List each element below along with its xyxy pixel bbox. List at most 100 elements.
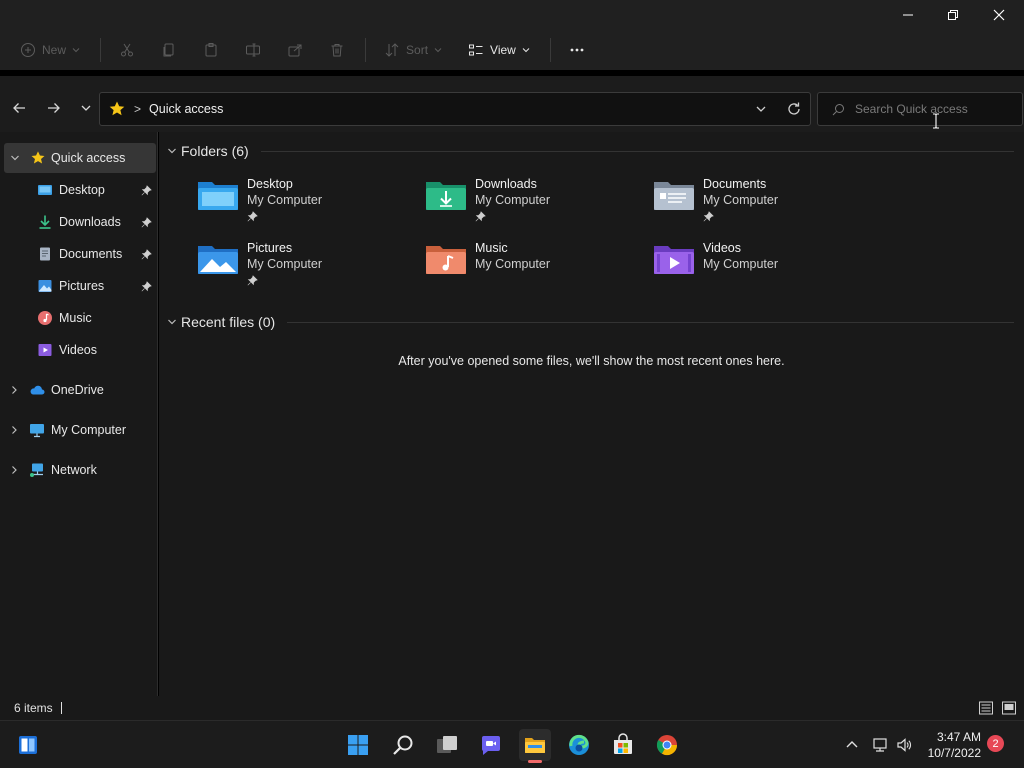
chevron-right-icon[interactable]	[9, 385, 19, 395]
clock-date: 10/7/2022	[927, 746, 981, 760]
navigation-bar: > Quick access	[0, 70, 1024, 132]
view-button[interactable]: View	[462, 35, 536, 65]
folders-section-header[interactable]: Folders (6)	[167, 143, 249, 159]
recent-files-header-label: Recent files (0)	[181, 314, 276, 330]
sidebar-item-downloads[interactable]: Downloads	[0, 207, 158, 237]
edge-button[interactable]	[563, 729, 595, 761]
restore-button[interactable]	[930, 0, 976, 30]
store-button[interactable]	[607, 729, 639, 761]
folder-location: My Computer	[703, 257, 779, 271]
paste-button[interactable]	[197, 35, 225, 65]
breadcrumb[interactable]: Quick access	[149, 102, 223, 116]
folder-name: Documents	[703, 177, 767, 191]
copy-button[interactable]	[155, 35, 183, 65]
forward-button[interactable]	[40, 94, 68, 122]
sidebar-item-network[interactable]: Network	[0, 455, 158, 485]
folder-tile-videos[interactable]: Videos My Computer	[652, 241, 872, 295]
recent-files-section-header[interactable]: Recent files (0)	[167, 314, 275, 330]
notification-badge[interactable]: 2	[987, 735, 1004, 752]
chat-button[interactable]	[475, 729, 507, 761]
sidebar-item-videos[interactable]: Videos	[0, 335, 158, 365]
network-tray-button[interactable]	[870, 735, 890, 755]
rename-icon	[246, 43, 261, 57]
clock-time: 3:47 AM	[936, 730, 981, 744]
sidebar-item-documents[interactable]: Documents	[0, 239, 158, 269]
chevron-up-icon	[846, 741, 858, 748]
folder-tile-pictures[interactable]: Pictures My Computer	[196, 241, 416, 295]
divider	[365, 38, 367, 62]
sort-icon	[385, 43, 399, 57]
folder-tile-documents[interactable]: Documents My Computer	[652, 177, 872, 231]
close-button[interactable]	[976, 0, 1022, 30]
chevron-down-icon[interactable]	[754, 102, 768, 116]
folder-name: Videos	[703, 241, 741, 255]
sidebar-item-label: Music	[59, 311, 92, 325]
folder-location: My Computer	[703, 193, 779, 207]
chevron-right-icon[interactable]	[9, 465, 19, 475]
rename-button[interactable]	[239, 35, 267, 65]
divider	[261, 151, 1014, 152]
search-input[interactable]	[855, 102, 1005, 116]
taskbar: 3:47 AM 10/7/2022	[0, 720, 1024, 768]
folder-tile-downloads[interactable]: Downloads My Computer	[424, 177, 644, 231]
trash-icon	[331, 44, 343, 57]
file-explorer-taskbar-button[interactable]	[519, 729, 551, 763]
new-button[interactable]: New	[14, 35, 86, 65]
chevron-down-icon[interactable]	[167, 146, 177, 156]
volume-tray-button[interactable]	[894, 735, 914, 755]
share-button[interactable]	[281, 35, 309, 65]
sidebar-item-my-computer[interactable]: My Computer	[0, 415, 158, 445]
sort-button[interactable]: Sort	[378, 35, 448, 65]
status-bar: 6 items	[0, 696, 1024, 720]
music-folder-icon	[426, 246, 466, 274]
folder-location: My Computer	[475, 193, 551, 207]
back-button[interactable]	[5, 94, 33, 122]
chevron-down-icon[interactable]	[167, 317, 177, 327]
sidebar-item-label: Network	[51, 463, 97, 477]
delete-button[interactable]	[323, 35, 351, 65]
widgets-icon	[19, 736, 37, 754]
paste-icon	[205, 43, 217, 57]
chevron-down-icon[interactable]	[10, 153, 20, 163]
close-icon	[993, 9, 1005, 21]
minimize-icon	[903, 14, 913, 16]
search-box[interactable]	[817, 92, 1023, 126]
folder-tile-desktop[interactable]: Desktop My Computer	[196, 177, 416, 231]
pin-icon	[141, 248, 152, 259]
pictures-folder-icon	[198, 246, 238, 274]
chevron-right-icon[interactable]	[9, 425, 19, 435]
task-view-button[interactable]	[431, 729, 463, 761]
folder-name: Music	[475, 241, 508, 255]
text-cursor-icon	[933, 113, 939, 129]
divider	[100, 38, 102, 62]
sidebar-item-desktop[interactable]: Desktop	[0, 175, 158, 205]
widgets-button[interactable]	[12, 729, 44, 761]
folder-tile-music[interactable]: Music My Computer	[424, 241, 644, 295]
sidebar-item-quick-access[interactable]: Quick access	[4, 143, 156, 173]
minimize-button[interactable]	[885, 0, 931, 30]
cut-button[interactable]	[113, 35, 141, 65]
sidebar-item-onedrive[interactable]: OneDrive	[0, 375, 158, 405]
folder-location: My Computer	[247, 257, 323, 271]
content-pane: Folders (6) Desktop My Computer Download…	[159, 132, 1024, 696]
pin-icon	[475, 211, 486, 222]
sidebar-item-label: Videos	[59, 343, 97, 357]
large-icons-view-icon[interactable]	[1001, 700, 1017, 716]
more-options-button[interactable]	[563, 35, 591, 65]
taskbar-search-button[interactable]	[387, 729, 419, 761]
pin-icon	[247, 275, 258, 286]
sidebar-item-pictures[interactable]: Pictures	[0, 271, 158, 301]
sidebar-item-music[interactable]: Music	[0, 303, 158, 333]
pin-icon	[141, 184, 152, 195]
address-bar[interactable]: > Quick access	[99, 92, 811, 126]
search-icon	[393, 735, 413, 755]
recent-locations-button[interactable]	[72, 94, 100, 122]
show-hidden-icons-button[interactable]	[842, 735, 862, 755]
pictures-icon	[38, 280, 52, 292]
chrome-button[interactable]	[651, 729, 683, 761]
folder-name: Desktop	[247, 177, 293, 191]
details-view-icon[interactable]	[978, 700, 994, 716]
start-button[interactable]	[342, 729, 374, 761]
refresh-icon[interactable]	[786, 101, 802, 117]
clock[interactable]: 3:47 AM 10/7/2022	[928, 729, 981, 761]
